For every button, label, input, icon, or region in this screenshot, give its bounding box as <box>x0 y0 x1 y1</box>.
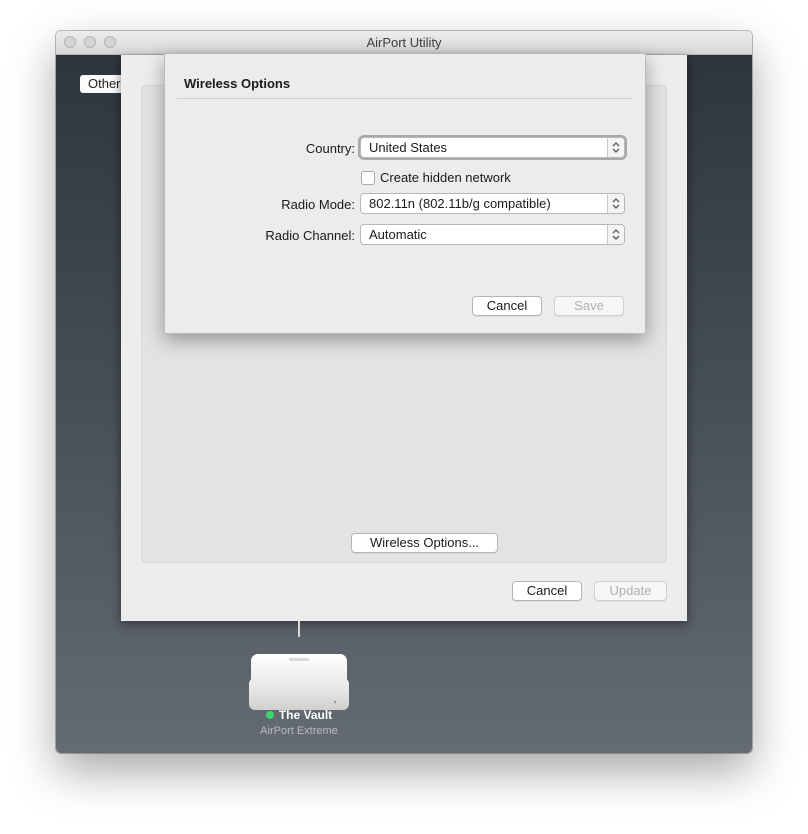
radio-channel-label: Radio Channel: <box>265 228 355 243</box>
status-dot <box>265 711 274 719</box>
hidden-network-checkbox[interactable] <box>361 171 375 185</box>
radio-mode-select[interactable]: 802.11n (802.11b/g compatible) <box>360 193 625 214</box>
dialog-title: Wireless Options <box>184 76 291 91</box>
sheet-cancel-button[interactable]: Cancel <box>512 581 582 601</box>
network-cable <box>298 621 300 637</box>
dialog-cancel-button[interactable]: Cancel <box>472 296 542 316</box>
dialog-divider <box>177 98 632 99</box>
chevron-updown-icon <box>607 138 624 157</box>
chevron-updown-icon <box>607 225 624 244</box>
wireless-options-button[interactable]: Wireless Options... <box>351 533 498 553</box>
title-bar[interactable]: AirPort Utility <box>56 31 752 55</box>
radio-channel-select[interactable]: Automatic <box>360 224 625 245</box>
hidden-network-label[interactable]: Create hidden network <box>380 170 511 185</box>
update-button[interactable]: Update <box>594 581 667 601</box>
wireless-options-dialog: Wireless Options Country: United States … <box>164 54 646 334</box>
save-button[interactable]: Save <box>554 296 624 316</box>
radio-mode-label: Radio Mode: <box>281 197 355 212</box>
country-label: Country: <box>305 141 355 156</box>
country-select[interactable]: United States <box>360 137 625 158</box>
chevron-updown-icon <box>607 194 624 213</box>
device-name[interactable]: The Vault <box>232 708 366 722</box>
airport-extreme-icon[interactable] <box>247 650 351 714</box>
window-title: AirPort Utility <box>366 35 442 50</box>
device-type: AirPort Extreme <box>260 725 338 737</box>
